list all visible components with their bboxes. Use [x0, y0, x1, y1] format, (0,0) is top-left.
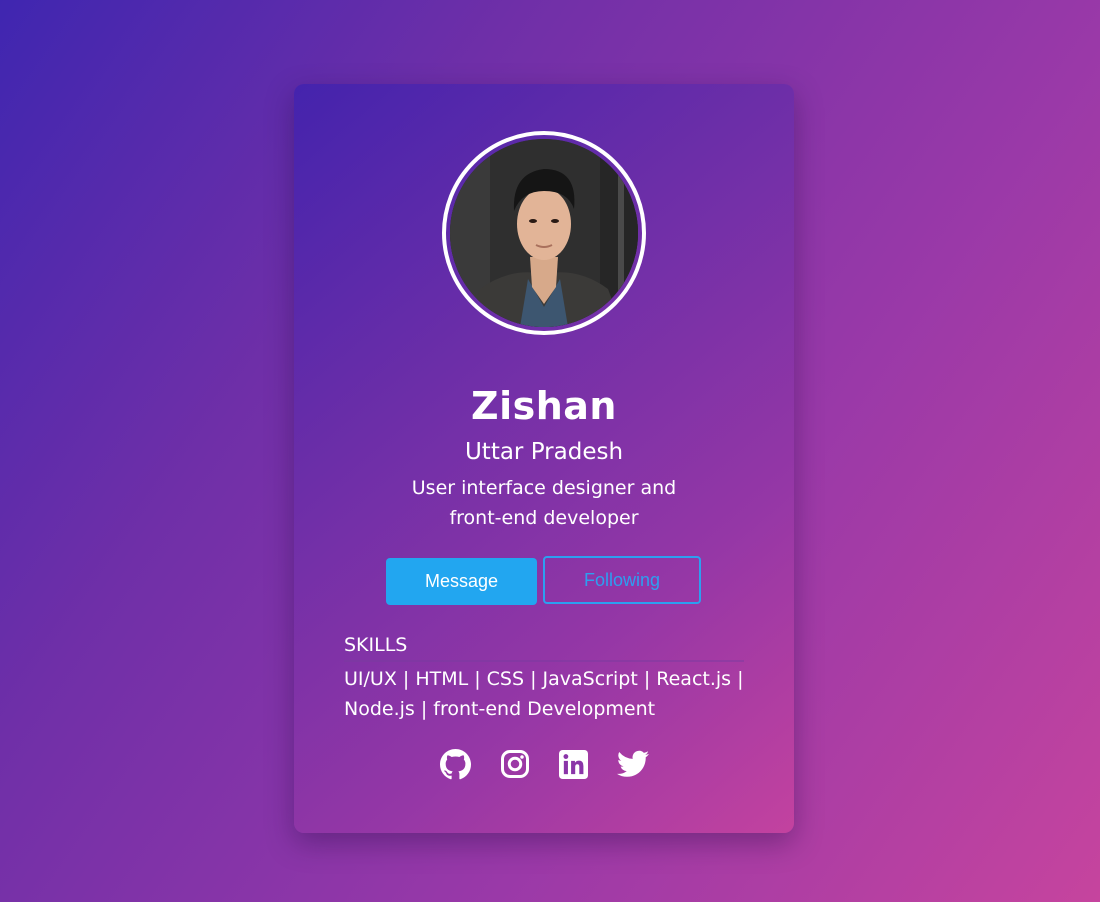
twitter-icon[interactable] — [616, 748, 649, 780]
social-links — [294, 748, 794, 780]
instagram-icon[interactable] — [499, 748, 531, 780]
github-icon[interactable] — [440, 748, 472, 780]
profile-card: Zishan Uttar Pradesh User interface desi… — [294, 84, 794, 833]
avatar-photo — [450, 139, 638, 327]
message-button[interactable]: Message — [386, 558, 537, 605]
profile-bio: User interface designer and front-end de… — [411, 477, 677, 529]
action-buttons: Message Following — [386, 556, 701, 605]
avatar-ring — [442, 131, 646, 335]
profile-name: Zishan — [471, 384, 617, 428]
linkedin-icon[interactable] — [558, 748, 590, 780]
following-button[interactable]: Following — [543, 556, 701, 604]
profile-location: Uttar Pradesh — [464, 439, 624, 465]
skills-title: SKILLS — [344, 634, 744, 662]
skills-list: UI/UX | HTML | CSS | JavaScript | React.… — [344, 668, 744, 720]
skills-section: SKILLS UI/UX | HTML | CSS | JavaScript |… — [344, 634, 744, 724]
avatar — [450, 139, 638, 327]
